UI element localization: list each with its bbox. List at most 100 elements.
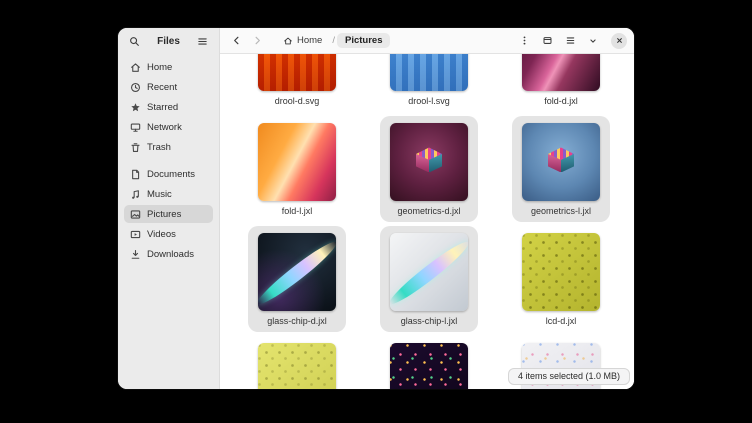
file-name: glass-chip-l.jxl xyxy=(401,316,458,327)
window-title: Files xyxy=(157,36,180,47)
file-cell: glass-chip-d.jxl xyxy=(248,226,346,332)
sidebar-item-trash[interactable]: Trash xyxy=(124,138,213,156)
music-icon xyxy=(130,189,141,200)
list-view-icon xyxy=(565,35,576,46)
file-name: drool-d.svg xyxy=(275,96,320,107)
list-view-button[interactable] xyxy=(561,32,579,50)
file-thumbnail xyxy=(258,54,336,91)
network-icon xyxy=(130,122,141,133)
file-item[interactable]: drool-d.svg xyxy=(231,54,363,112)
desktop-background: Files Home Recent Starred Network Trash Docum… xyxy=(0,0,752,423)
file-name: fold-d.jxl xyxy=(544,96,578,107)
sidebar-item-label: Network xyxy=(147,122,182,133)
header-actions xyxy=(515,32,627,50)
sidebar-item-label: Pictures xyxy=(147,209,181,220)
new-tab-button[interactable] xyxy=(538,32,556,50)
video-icon xyxy=(130,229,141,240)
file-cell: drool-l.svg xyxy=(380,54,478,112)
sidebar-section: Documents Music Pictures Videos Downloads xyxy=(124,165,213,263)
file-cell: drool-d.svg xyxy=(248,54,346,112)
file-name: fold-l.jxl xyxy=(282,206,313,217)
sidebar-item-label: Trash xyxy=(147,142,171,153)
view-options-button[interactable] xyxy=(584,32,602,50)
sidebar-item-recent[interactable]: Recent xyxy=(124,78,213,96)
back-button[interactable] xyxy=(227,32,245,50)
file-cell: fold-d.jxl xyxy=(512,54,610,112)
file-thumbnail xyxy=(522,123,600,201)
file-thumbnail xyxy=(258,343,336,389)
file-item[interactable]: fold-l.jxl xyxy=(231,116,363,222)
menu-kebab-button[interactable] xyxy=(515,32,533,50)
glass-sliver-graphic xyxy=(258,237,336,310)
close-icon xyxy=(615,36,624,45)
search-icon xyxy=(129,36,140,47)
file-item[interactable]: geometrics-l.jxl xyxy=(495,116,627,222)
sidebar-header: Files xyxy=(118,28,219,54)
files-window: Files Home Recent Starred Network Trash Docum… xyxy=(118,28,634,389)
file-cell: glass-chip-l.jxl xyxy=(380,226,478,332)
file-item[interactable]: fold-d.jxl xyxy=(495,54,627,112)
sidebar-item-documents[interactable]: Documents xyxy=(124,165,213,183)
breadcrumb-home-label: Home xyxy=(297,35,322,46)
file-item[interactable] xyxy=(231,336,363,389)
document-icon xyxy=(130,169,141,180)
sidebar-item-starred[interactable]: Starred xyxy=(124,98,213,116)
file-thumbnail xyxy=(522,54,600,91)
file-name: drool-l.svg xyxy=(408,96,450,107)
sidebar-item-network[interactable]: Network xyxy=(124,118,213,136)
home-icon xyxy=(283,36,293,46)
file-item[interactable]: geometrics-d.jxl xyxy=(363,116,495,222)
kebab-menu-icon xyxy=(519,35,530,46)
clock-icon xyxy=(130,82,141,93)
file-cell: geometrics-d.jxl xyxy=(380,116,478,222)
cube-graphic xyxy=(415,147,443,173)
sidebar-item-downloads[interactable]: Downloads xyxy=(124,245,213,263)
sidebar-item-pictures[interactable]: Pictures xyxy=(124,205,213,223)
file-name: geometrics-d.jxl xyxy=(397,206,460,217)
file-item[interactable]: glass-chip-d.jxl xyxy=(231,226,363,332)
file-name: glass-chip-d.jxl xyxy=(267,316,327,327)
sidebar-item-label: Music xyxy=(147,189,172,200)
sidebar-list: Home Recent Starred Network Trash Documents Mu… xyxy=(118,54,219,267)
home-icon xyxy=(130,62,141,73)
main-area: Home / Pictures xyxy=(220,28,634,389)
sidebar-item-videos[interactable]: Videos xyxy=(124,225,213,243)
cube-graphic xyxy=(547,147,575,173)
file-cell: fold-l.jxl xyxy=(248,116,346,222)
sidebar-section: Home Recent Starred Network Trash xyxy=(124,58,213,156)
sidebar: Files Home Recent Starred Network Trash Docum… xyxy=(118,28,220,389)
sidebar-item-label: Documents xyxy=(147,169,195,180)
sidebar-item-music[interactable]: Music xyxy=(124,185,213,203)
file-cell xyxy=(248,336,346,389)
sidebar-item-label: Downloads xyxy=(147,249,194,260)
hamburger-icon xyxy=(197,36,208,47)
sidebar-item-label: Home xyxy=(147,62,172,73)
file-thumbnail xyxy=(390,233,468,311)
sidebar-item-home[interactable]: Home xyxy=(124,58,213,76)
file-thumbnail xyxy=(258,123,336,201)
file-name: geometrics-l.jxl xyxy=(531,206,591,217)
chevron-down-icon xyxy=(588,36,598,46)
file-cell xyxy=(380,336,478,389)
breadcrumb-home[interactable]: Home xyxy=(275,33,330,48)
file-browser-pane[interactable]: drool-d.svg drool-l.svg fold-d.jxl fold-l.j… xyxy=(220,54,634,389)
main-menu-button[interactable] xyxy=(194,32,212,50)
file-thumbnail xyxy=(390,54,468,91)
forward-button[interactable] xyxy=(248,32,266,50)
file-thumbnail xyxy=(258,233,336,311)
status-bar: 4 items selected (1.0 MB) xyxy=(508,368,630,385)
file-item[interactable]: glass-chip-l.jxl xyxy=(363,226,495,332)
file-thumbnail xyxy=(390,123,468,201)
breadcrumb-current[interactable]: Pictures xyxy=(337,33,391,48)
file-item[interactable]: drool-l.svg xyxy=(363,54,495,112)
file-thumbnail xyxy=(522,233,600,311)
search-button[interactable] xyxy=(125,32,143,50)
file-item[interactable] xyxy=(363,336,495,389)
close-button[interactable] xyxy=(611,33,627,49)
file-cell: lcd-d.jxl xyxy=(512,226,610,332)
breadcrumb-separator: / xyxy=(332,35,335,46)
file-cell: geometrics-l.jxl xyxy=(512,116,610,222)
file-item[interactable]: lcd-d.jxl xyxy=(495,226,627,332)
sidebar-item-label: Recent xyxy=(147,82,177,93)
back-arrow-icon xyxy=(231,35,242,46)
